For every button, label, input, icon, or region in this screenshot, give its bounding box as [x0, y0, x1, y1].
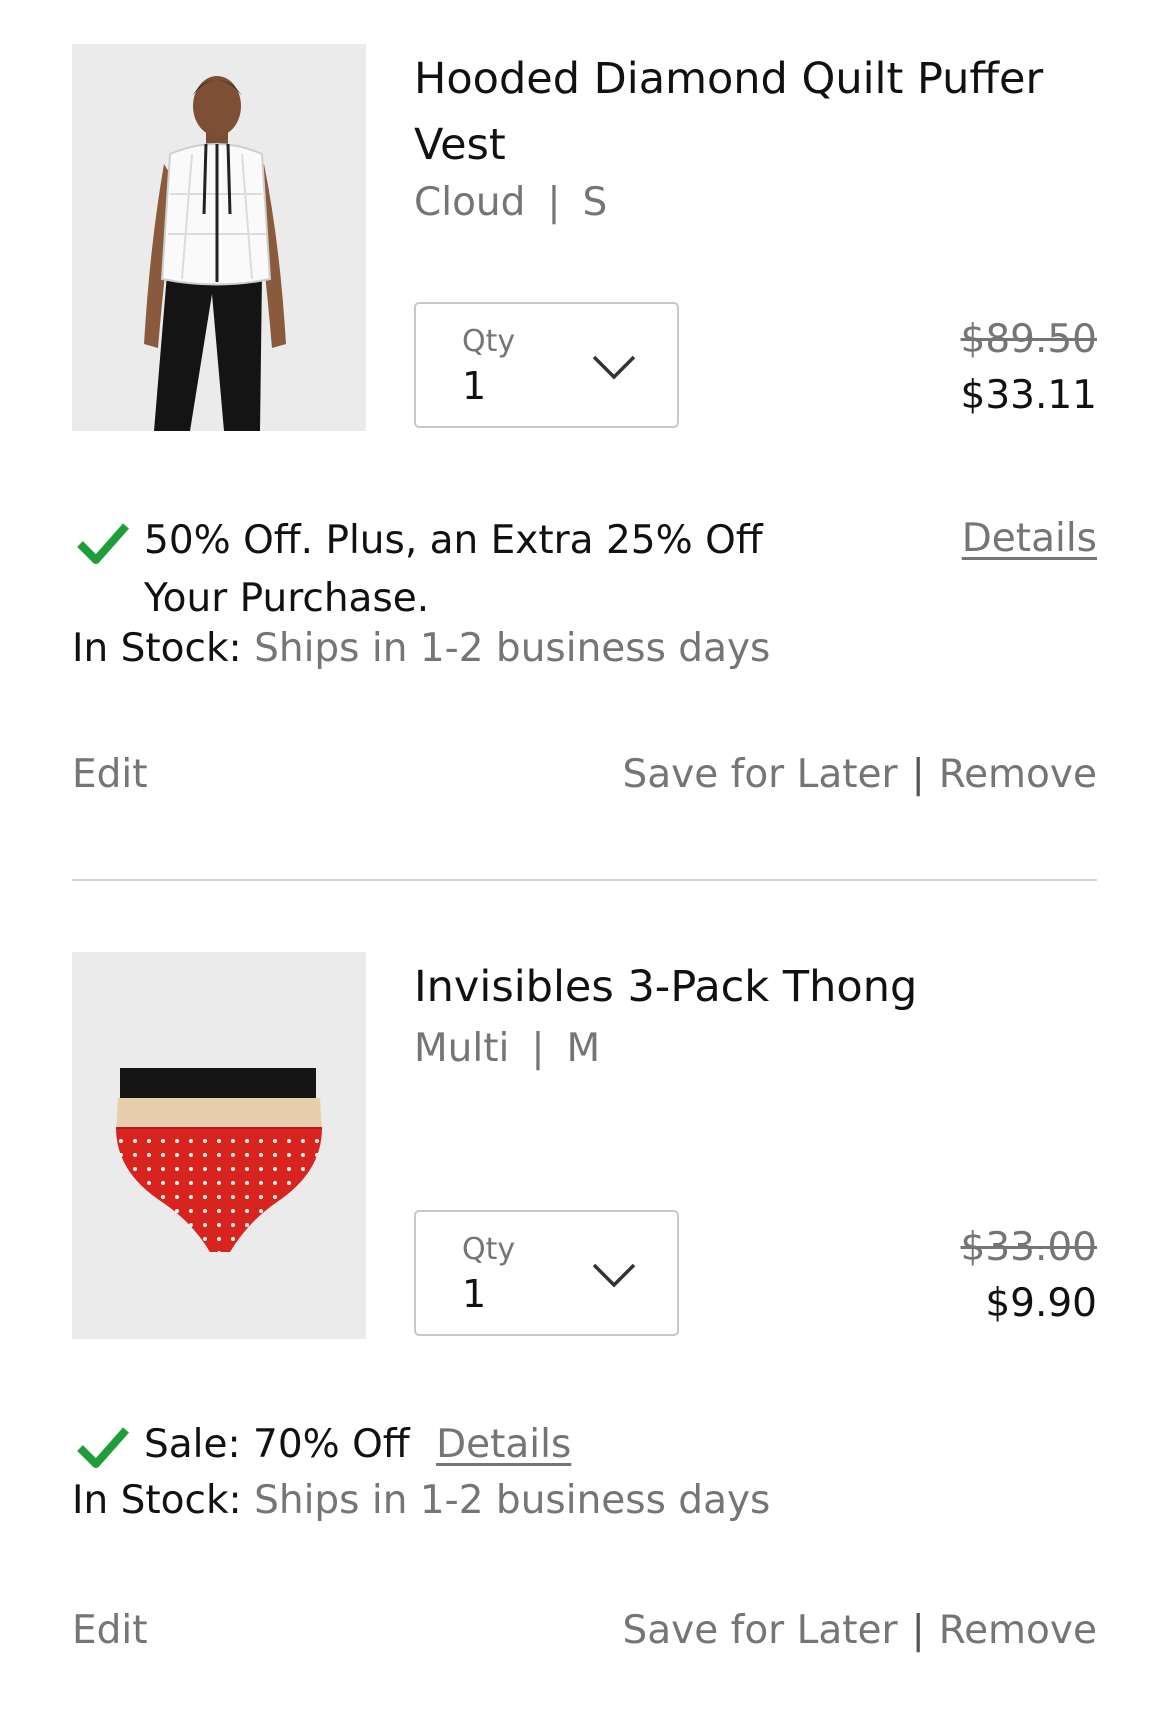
promotion-details-link[interactable]: Details: [962, 516, 1097, 561]
quantity-select[interactable]: Qty 1: [414, 1210, 679, 1336]
promotion-row: Sale: 70% Off Details: [72, 1416, 1097, 1478]
price-block: $89.50 $33.11: [961, 312, 1097, 424]
qty-value: 1: [462, 1272, 487, 1316]
product-color: Cloud: [414, 180, 526, 225]
action-separator: |: [911, 752, 925, 797]
product-size: M: [566, 1026, 601, 1071]
stock-label: In Stock:: [72, 1478, 242, 1523]
checkmark-icon: [77, 523, 129, 564]
cart-item: Hooded Diamond Quilt Puffer Vest Cloud | S…: [72, 0, 1097, 880]
item-actions: Save for Later | Remove: [622, 1608, 1097, 1653]
product-title[interactable]: Hooded Diamond Quilt Puffer Vest: [414, 46, 1054, 178]
price-block: $33.00 $9.90: [961, 1220, 1097, 1332]
remove-button[interactable]: Remove: [939, 752, 1097, 797]
stock-status: In Stock: Ships in 1-2 business days: [72, 626, 770, 671]
qty-value: 1: [462, 364, 487, 408]
remove-button[interactable]: Remove: [939, 1608, 1097, 1653]
cart-item: Invisibles 3-Pack Thong Multi | M Qty 1 $3…: [72, 908, 1097, 1718]
price-original: $89.50: [960, 317, 1097, 362]
product-variant: Cloud | S: [414, 180, 607, 225]
qty-label: Qty: [462, 1232, 516, 1267]
promotion-text: Sale: 70% Off: [144, 1422, 410, 1467]
item-divider: [72, 879, 1097, 881]
product-image-puffer-vest[interactable]: [72, 44, 366, 431]
product-variant: Multi | M: [414, 1026, 600, 1071]
qty-label: Qty: [462, 324, 516, 359]
stock-label: In Stock:: [72, 626, 242, 671]
price-sale: $33.11: [960, 373, 1097, 418]
chevron-down-icon: [592, 1263, 636, 1288]
promotion-row: 50% Off. Plus, an Extra 25% Off Your Pur…: [72, 512, 1097, 636]
chevron-down-icon: [592, 355, 636, 380]
promotion-text: 50% Off. Plus, an Extra 25% Off Your Pur…: [144, 518, 763, 621]
promotion-text-line: Sale: 70% Off Details: [144, 1416, 571, 1474]
variant-separator: |: [547, 180, 561, 225]
cart-items: Hooded Diamond Quilt Puffer Vest Cloud | S…: [0, 0, 1170, 1718]
product-image-thong-pack[interactable]: [72, 952, 366, 1339]
checkmark-icon: [77, 1427, 129, 1468]
promotion-details-link[interactable]: Details: [436, 1422, 571, 1467]
quantity-select[interactable]: Qty 1: [414, 302, 679, 428]
shipping-estimate: Ships in 1-2 business days: [254, 1478, 771, 1523]
product-size: S: [582, 180, 608, 225]
product-title[interactable]: Invisibles 3-Pack Thong: [414, 954, 1054, 1020]
shipping-estimate: Ships in 1-2 business days: [254, 626, 771, 671]
stock-status: In Stock: Ships in 1-2 business days: [72, 1478, 770, 1523]
item-actions: Save for Later | Remove: [622, 752, 1097, 797]
save-for-later-button[interactable]: Save for Later: [622, 1608, 897, 1653]
thong-pack-illustration: [72, 952, 366, 1339]
product-color: Multi: [414, 1026, 510, 1071]
price-sale: $9.90: [985, 1281, 1097, 1326]
save-for-later-button[interactable]: Save for Later: [622, 752, 897, 797]
edit-button[interactable]: Edit: [72, 1608, 148, 1653]
price-original: $33.00: [960, 1225, 1097, 1270]
puffer-vest-illustration: [72, 44, 366, 431]
action-separator: |: [911, 1608, 925, 1653]
variant-separator: |: [531, 1026, 545, 1071]
edit-button[interactable]: Edit: [72, 752, 148, 797]
